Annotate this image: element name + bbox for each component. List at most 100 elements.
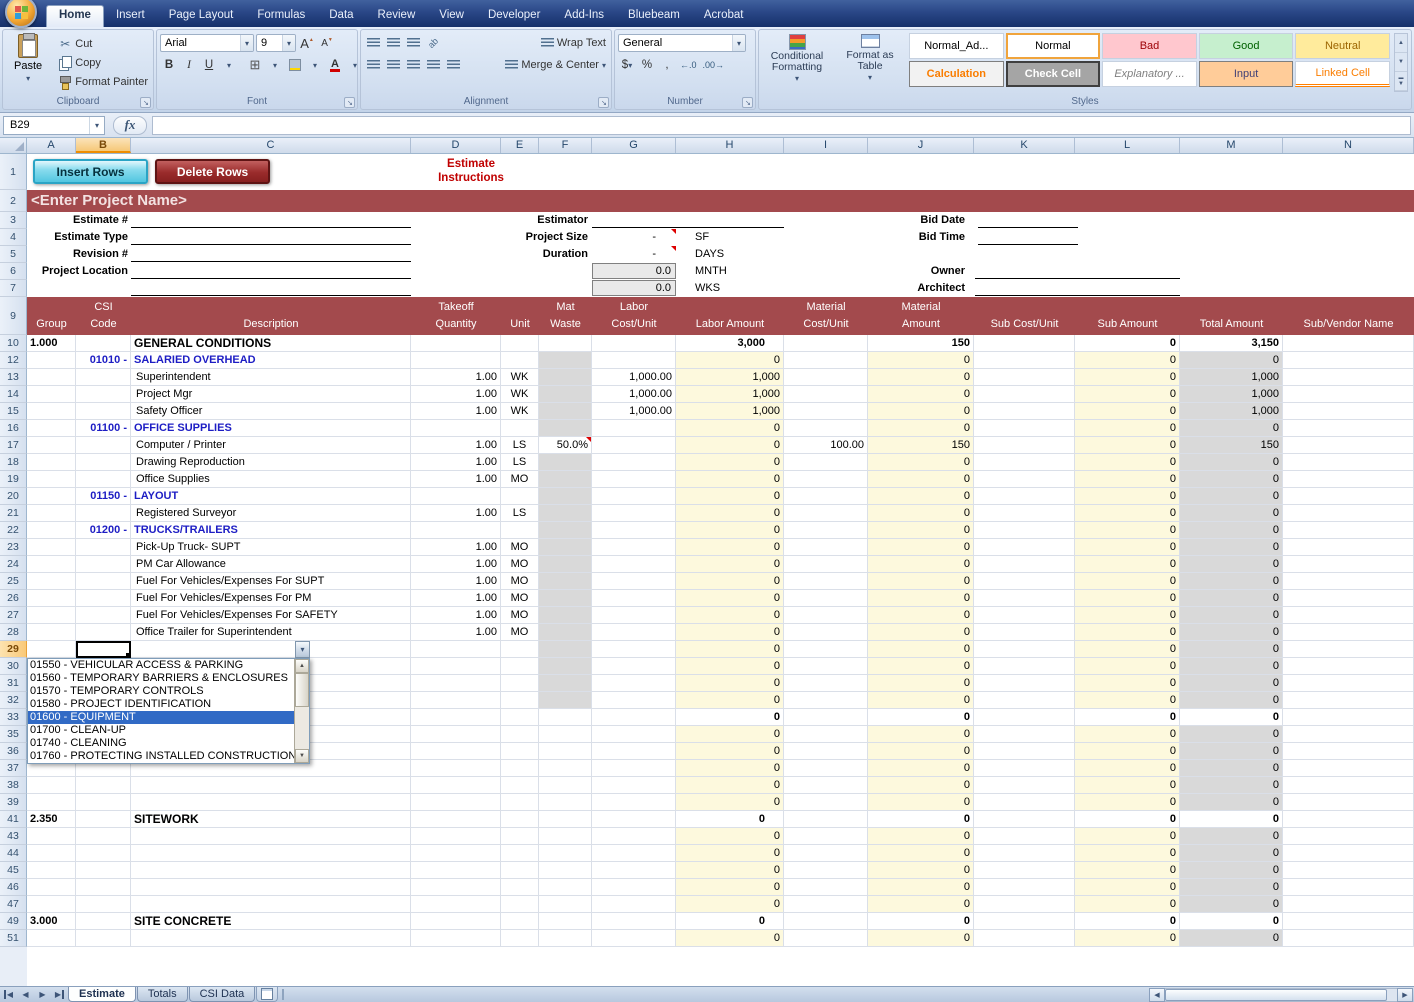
row-header-37[interactable]: 37 bbox=[0, 760, 27, 777]
form-input-line-estimator[interactable] bbox=[592, 212, 784, 228]
cell-G46[interactable] bbox=[592, 879, 676, 896]
cell-M36[interactable]: 0 bbox=[1180, 743, 1283, 760]
cell-M37[interactable]: 0 bbox=[1180, 760, 1283, 777]
cell-B18[interactable] bbox=[76, 454, 131, 471]
name-box-arrow-icon[interactable] bbox=[89, 116, 104, 134]
cell-N39[interactable] bbox=[1283, 794, 1414, 811]
cell-D30[interactable] bbox=[411, 658, 501, 675]
cell-H23[interactable]: 0 bbox=[676, 539, 784, 556]
font-size-select[interactable]: 9 bbox=[256, 34, 296, 52]
cell-J15[interactable]: 0 bbox=[868, 403, 974, 420]
cell-J20[interactable]: 0 bbox=[868, 488, 974, 505]
column-header-N[interactable]: N bbox=[1283, 138, 1414, 153]
row-header-27[interactable]: 27 bbox=[0, 607, 27, 624]
cell-C25[interactable]: Fuel For Vehicles/Expenses For SUPT bbox=[131, 573, 411, 590]
cell-N12[interactable] bbox=[1283, 352, 1414, 369]
cell-I36[interactable] bbox=[784, 743, 868, 760]
cell-E25[interactable]: MO bbox=[501, 573, 539, 590]
cell-I24[interactable] bbox=[784, 556, 868, 573]
row-header-13[interactable]: 13 bbox=[0, 369, 27, 386]
cell-K19[interactable] bbox=[974, 471, 1075, 488]
column-header-C[interactable]: C bbox=[131, 138, 411, 153]
cell-G19[interactable] bbox=[592, 471, 676, 488]
cell-K10[interactable] bbox=[974, 335, 1075, 352]
cell-M43[interactable]: 0 bbox=[1180, 828, 1283, 845]
cell-M16[interactable]: 0 bbox=[1180, 420, 1283, 437]
shrink-font-button[interactable] bbox=[318, 34, 336, 52]
cell-M46[interactable]: 0 bbox=[1180, 879, 1283, 896]
cell-J24[interactable]: 0 bbox=[868, 556, 974, 573]
cell-C20[interactable]: LAYOUT bbox=[131, 488, 411, 505]
cell-L43[interactable]: 0 bbox=[1075, 828, 1180, 845]
cell-D19[interactable]: 1.00 bbox=[411, 471, 501, 488]
cell-J35[interactable]: 0 bbox=[868, 726, 974, 743]
cell-I23[interactable] bbox=[784, 539, 868, 556]
cell-J29[interactable]: 0 bbox=[868, 641, 974, 658]
cell-M29[interactable]: 0 bbox=[1180, 641, 1283, 658]
cell-J45[interactable]: 0 bbox=[868, 862, 974, 879]
tab-splitter-handle[interactable] bbox=[282, 989, 287, 1000]
dropdown-scroll-thumb[interactable] bbox=[295, 673, 309, 707]
cell-M18[interactable]: 0 bbox=[1180, 454, 1283, 471]
column-header-F[interactable]: F bbox=[539, 138, 592, 153]
cell-G15[interactable]: 1,000.00 bbox=[592, 403, 676, 420]
cell-B38[interactable] bbox=[76, 777, 131, 794]
cell-F13[interactable] bbox=[539, 369, 592, 386]
cell-N32[interactable] bbox=[1283, 692, 1414, 709]
row-header-39[interactable]: 39 bbox=[0, 794, 27, 811]
cell-H30[interactable]: 0 bbox=[676, 658, 784, 675]
cell-K22[interactable] bbox=[974, 522, 1075, 539]
cell-D47[interactable] bbox=[411, 896, 501, 913]
cell-L13[interactable]: 0 bbox=[1075, 369, 1180, 386]
cell-L36[interactable]: 0 bbox=[1075, 743, 1180, 760]
cell-A14[interactable] bbox=[27, 386, 76, 403]
cell-L28[interactable]: 0 bbox=[1075, 624, 1180, 641]
cell-E13[interactable]: WK bbox=[501, 369, 539, 386]
cell-E21[interactable]: LS bbox=[501, 505, 539, 522]
cell-F15[interactable] bbox=[539, 403, 592, 420]
cell-C12[interactable]: SALARIED OVERHEAD bbox=[131, 352, 411, 369]
cell-H12[interactable]: 0 bbox=[676, 352, 784, 369]
cell-E24[interactable]: MO bbox=[501, 556, 539, 573]
cell-K21[interactable] bbox=[974, 505, 1075, 522]
cell-G32[interactable] bbox=[592, 692, 676, 709]
cell-K43[interactable] bbox=[974, 828, 1075, 845]
cell-M14[interactable]: 1,000 bbox=[1180, 386, 1283, 403]
cell-D28[interactable]: 1.00 bbox=[411, 624, 501, 641]
row-header-2[interactable]: 2 bbox=[0, 190, 27, 212]
cell-K39[interactable] bbox=[974, 794, 1075, 811]
cell-C46[interactable] bbox=[131, 879, 411, 896]
column-header-A[interactable]: A bbox=[27, 138, 76, 153]
style-chip-explanatory[interactable]: Explanatory ... bbox=[1102, 61, 1197, 87]
sheet-nav-first-button[interactable] bbox=[0, 987, 17, 1002]
cell-C13[interactable]: Superintendent bbox=[131, 369, 411, 386]
cell-D15[interactable]: 1.00 bbox=[411, 403, 501, 420]
cell-G20[interactable] bbox=[592, 488, 676, 505]
cell-A19[interactable] bbox=[27, 471, 76, 488]
cell-A27[interactable] bbox=[27, 607, 76, 624]
cell-C43[interactable] bbox=[131, 828, 411, 845]
cell-M25[interactable]: 0 bbox=[1180, 573, 1283, 590]
cell-L23[interactable]: 0 bbox=[1075, 539, 1180, 556]
form-input-line-revision[interactable] bbox=[131, 246, 411, 262]
cell-G22[interactable] bbox=[592, 522, 676, 539]
cell-H24[interactable]: 0 bbox=[676, 556, 784, 573]
cell-J30[interactable]: 0 bbox=[868, 658, 974, 675]
cell-F26[interactable] bbox=[539, 590, 592, 607]
cell-J22[interactable]: 0 bbox=[868, 522, 974, 539]
cell-N47[interactable] bbox=[1283, 896, 1414, 913]
cell-M22[interactable]: 0 bbox=[1180, 522, 1283, 539]
cell-D13[interactable]: 1.00 bbox=[411, 369, 501, 386]
cell-J46[interactable]: 0 bbox=[868, 879, 974, 896]
cell-A16[interactable] bbox=[27, 420, 76, 437]
cell-A10[interactable]: 1.000 bbox=[27, 335, 76, 352]
cell-J16[interactable]: 0 bbox=[868, 420, 974, 437]
cell-F16[interactable] bbox=[539, 420, 592, 437]
cell-D14[interactable]: 1.00 bbox=[411, 386, 501, 403]
cell-H20[interactable]: 0 bbox=[676, 488, 784, 505]
form-input-line-project_location_2[interactable] bbox=[131, 280, 411, 296]
italic-button[interactable]: I bbox=[180, 56, 198, 74]
cell-A45[interactable] bbox=[27, 862, 76, 879]
cell-G23[interactable] bbox=[592, 539, 676, 556]
cell-N16[interactable] bbox=[1283, 420, 1414, 437]
